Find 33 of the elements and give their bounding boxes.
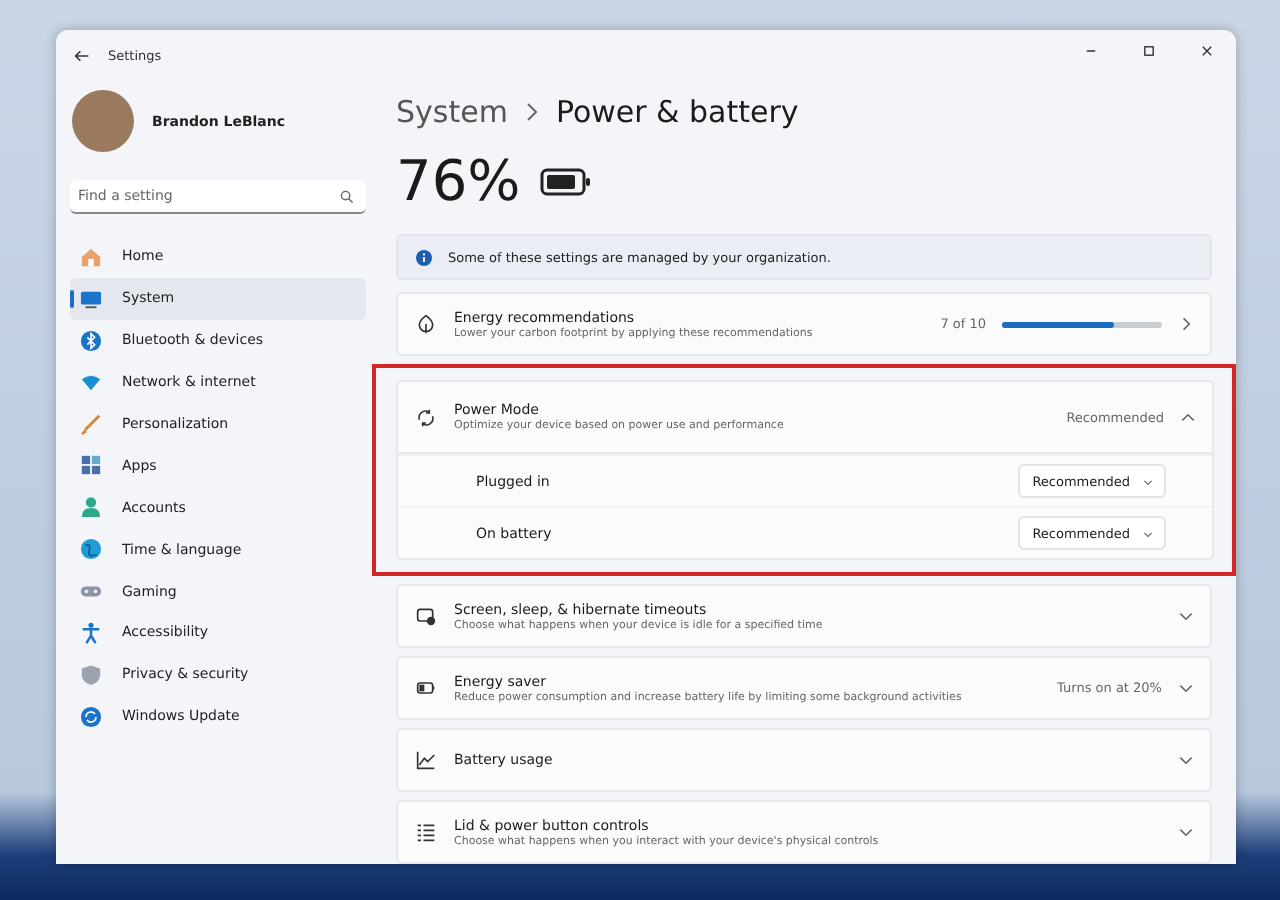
avatar [72,90,134,152]
brush-icon [80,413,102,435]
breadcrumb-link[interactable]: System [396,93,508,130]
power-mode-icon [416,407,436,427]
selection-indicator [70,289,74,308]
search-icon [340,190,354,204]
back-arrow-icon[interactable] [74,48,90,64]
shield-icon [80,663,102,686]
grid-icon [80,454,102,477]
close-icon[interactable] [1200,43,1214,57]
chevron-down-icon [1142,527,1154,539]
page-title: Power & battery [555,93,799,130]
battery-icon [540,167,593,196]
bluetooth-icon [80,329,102,352]
accessibility-icon [80,621,102,644]
battery-saver-icon [416,678,436,698]
list-icon [416,822,436,842]
monitor-icon [80,287,102,310]
person-icon [80,496,102,519]
gamepad-icon [80,580,102,603]
screen-sleep-icon [416,606,436,626]
house-icon [80,245,102,268]
refresh-icon [80,705,102,728]
battery-percentage: 76% [396,148,521,215]
info-icon [416,249,432,266]
chevron-icon [525,101,538,122]
leaf-icon [416,314,436,334]
chevron-down-icon [1142,475,1154,487]
chevron-right-icon [1178,316,1194,332]
wifi-icon [80,371,102,394]
line-chart-icon [416,750,436,770]
globe-icon [80,538,102,561]
maximize-icon[interactable] [1142,43,1156,57]
